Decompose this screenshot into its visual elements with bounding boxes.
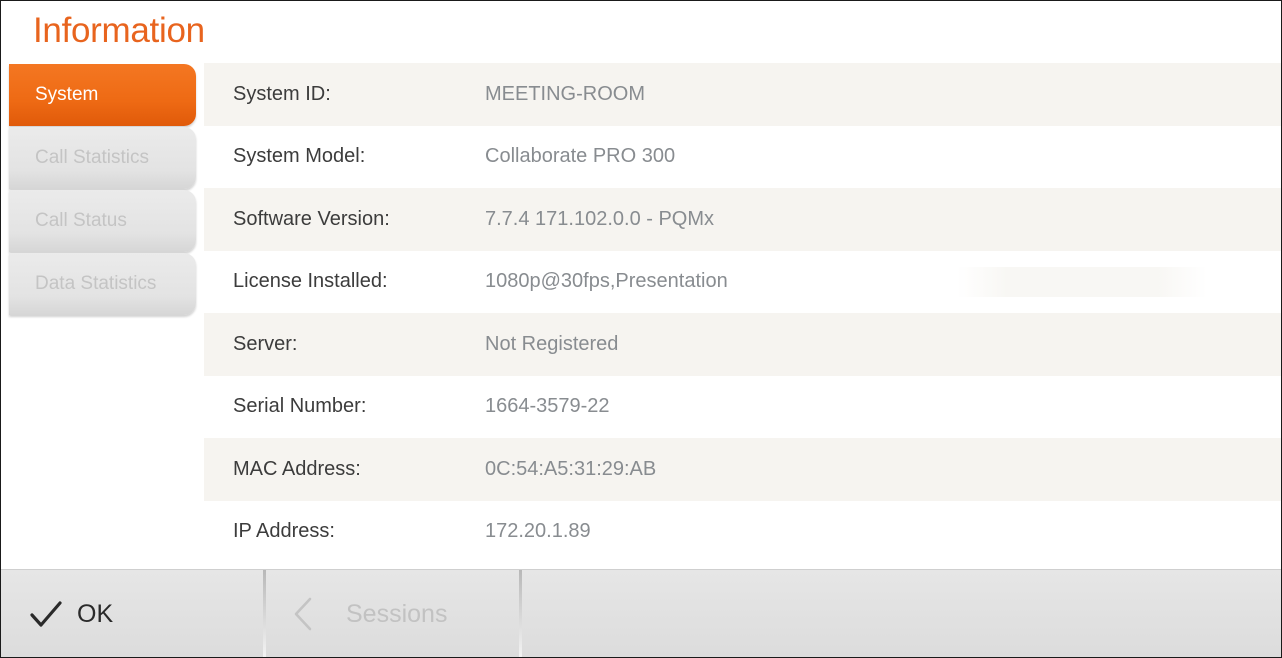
info-label: Serial Number: xyxy=(233,395,367,418)
tab-data-statistics[interactable]: Data Statistics xyxy=(9,253,196,315)
info-value: Not Registered xyxy=(485,332,619,355)
info-row-mac-address: MAC Address: 0C:54:A5:31:29:AB xyxy=(204,438,1281,501)
info-label: Server: xyxy=(233,332,298,355)
footer-divider xyxy=(519,570,522,657)
footer-bar: OK Sessions xyxy=(1,569,1281,657)
info-label: Software Version: xyxy=(233,207,390,230)
info-value: 7.7.4 171.102.0.0 - PQMx xyxy=(485,207,715,230)
tab-call-statistics[interactable]: Call Statistics xyxy=(9,127,196,189)
info-row-system-id: System ID: MEETING-ROOM xyxy=(204,63,1281,126)
info-label: System ID: xyxy=(233,82,331,105)
ok-label: OK xyxy=(77,599,114,628)
redacted-area xyxy=(957,266,1207,297)
tab-label: Data Statistics xyxy=(35,273,157,294)
info-value: MEETING-ROOM xyxy=(485,82,645,105)
info-row-license-installed: License Installed: 1080p@30fps,Presentat… xyxy=(204,250,1281,313)
tab-label: Call Statistics xyxy=(35,147,150,168)
info-label: IP Address: xyxy=(233,520,335,543)
tab-call-status[interactable]: Call Status xyxy=(9,190,196,252)
info-label: MAC Address: xyxy=(233,457,361,480)
ok-button[interactable]: OK xyxy=(1,570,263,657)
sessions-label: Sessions xyxy=(346,599,448,628)
info-value: Collaborate PRO 300 xyxy=(485,145,676,168)
info-value: 0C:54:A5:31:29:AB xyxy=(485,457,657,480)
info-value: 1080p@30fps,Presentation xyxy=(485,270,728,293)
page-title: Information xyxy=(33,11,205,50)
sidebar: System Call Statistics Call Status Data … xyxy=(9,64,196,316)
tab-label: Call Status xyxy=(35,210,127,231)
info-row-server: Server: Not Registered xyxy=(204,313,1281,376)
info-row-serial-number: Serial Number: 1664-3579-22 xyxy=(204,375,1281,438)
info-row-software-version: Software Version: 7.7.4 171.102.0.0 - PQ… xyxy=(204,188,1281,251)
system-info-list: System ID: MEETING-ROOM System Model: Co… xyxy=(204,63,1281,563)
sessions-button[interactable]: Sessions xyxy=(266,570,519,657)
info-row-system-model: System Model: Collaborate PRO 300 xyxy=(204,125,1281,188)
info-row-ip-address: IP Address: 172.20.1.89 xyxy=(204,500,1281,563)
info-value: 1664-3579-22 xyxy=(485,395,610,418)
info-label: System Model: xyxy=(233,145,366,168)
check-icon xyxy=(30,601,62,627)
tab-system[interactable]: System xyxy=(9,64,196,126)
info-value: 172.20.1.89 xyxy=(485,520,591,543)
chevron-left-icon xyxy=(294,597,312,631)
tab-label: System xyxy=(35,84,99,105)
information-window: Information System Call Statistics Call … xyxy=(0,0,1282,658)
info-label: License Installed: xyxy=(233,270,388,293)
